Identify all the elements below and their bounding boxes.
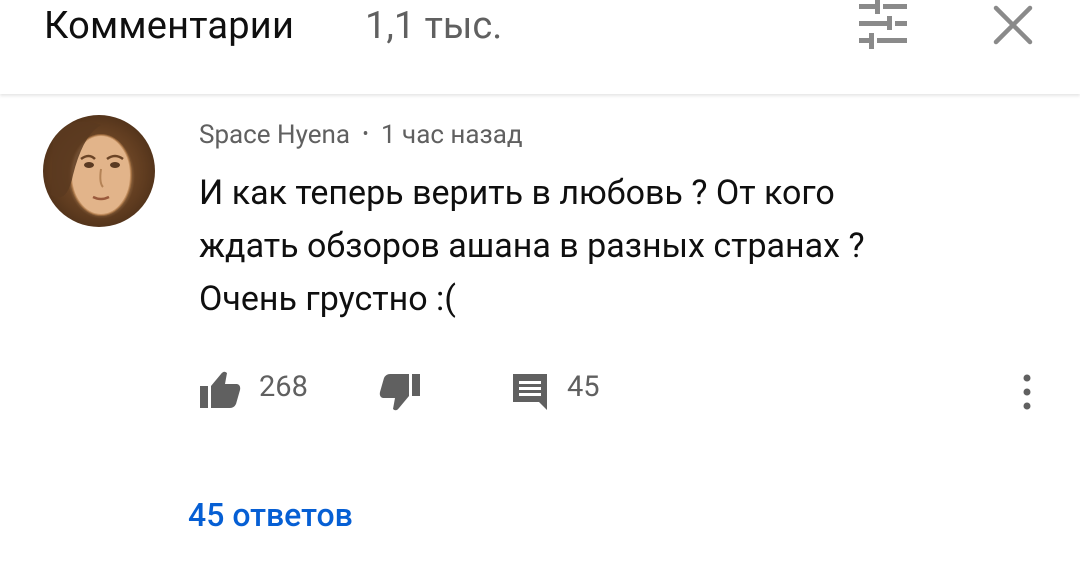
comment-bubble-icon (513, 374, 547, 410)
dislike-button[interactable] (375, 368, 423, 416)
comment-line: ждать обзоров ашана в разных странах ? (199, 226, 865, 266)
comments-title: Комментарии (44, 4, 295, 48)
comments-count: 1,1 тыс. (365, 4, 503, 48)
like-button[interactable] (197, 366, 245, 414)
avatar[interactable] (43, 115, 155, 227)
comments-header: Комментарии 1,1 тыс. (0, 0, 1080, 94)
reply-button[interactable] (509, 368, 553, 416)
close-icon (993, 5, 1033, 45)
comment-line: Очень грустно :( (199, 279, 456, 319)
thumbs-up-icon (200, 371, 241, 408)
comment-line: И как теперь верить в любовь ? От кого (199, 173, 835, 213)
like-count: 268 (259, 370, 308, 404)
thumbs-down-icon (379, 374, 420, 411)
more-vert-icon (1023, 374, 1031, 410)
author-name[interactable]: Space Hyena (199, 120, 350, 150)
sort-filter-button[interactable] (855, 0, 911, 52)
avatar-face-image (51, 121, 132, 216)
more-options-button[interactable] (1015, 370, 1039, 418)
comment-actions: 268 45 (197, 366, 1037, 414)
comment-time: 1 час назад (380, 120, 523, 150)
reply-count: 45 (567, 370, 600, 404)
meta-separator: • (362, 124, 369, 145)
filter-sliders-icon (859, 0, 907, 49)
close-button[interactable] (990, 0, 1038, 52)
comment-meta: Space Hyena • 1 час назад (199, 120, 523, 150)
comment-text: И как теперь верить в любовь ? От кого ж… (199, 167, 1019, 326)
view-replies-link[interactable]: 45 ответов (188, 496, 353, 534)
